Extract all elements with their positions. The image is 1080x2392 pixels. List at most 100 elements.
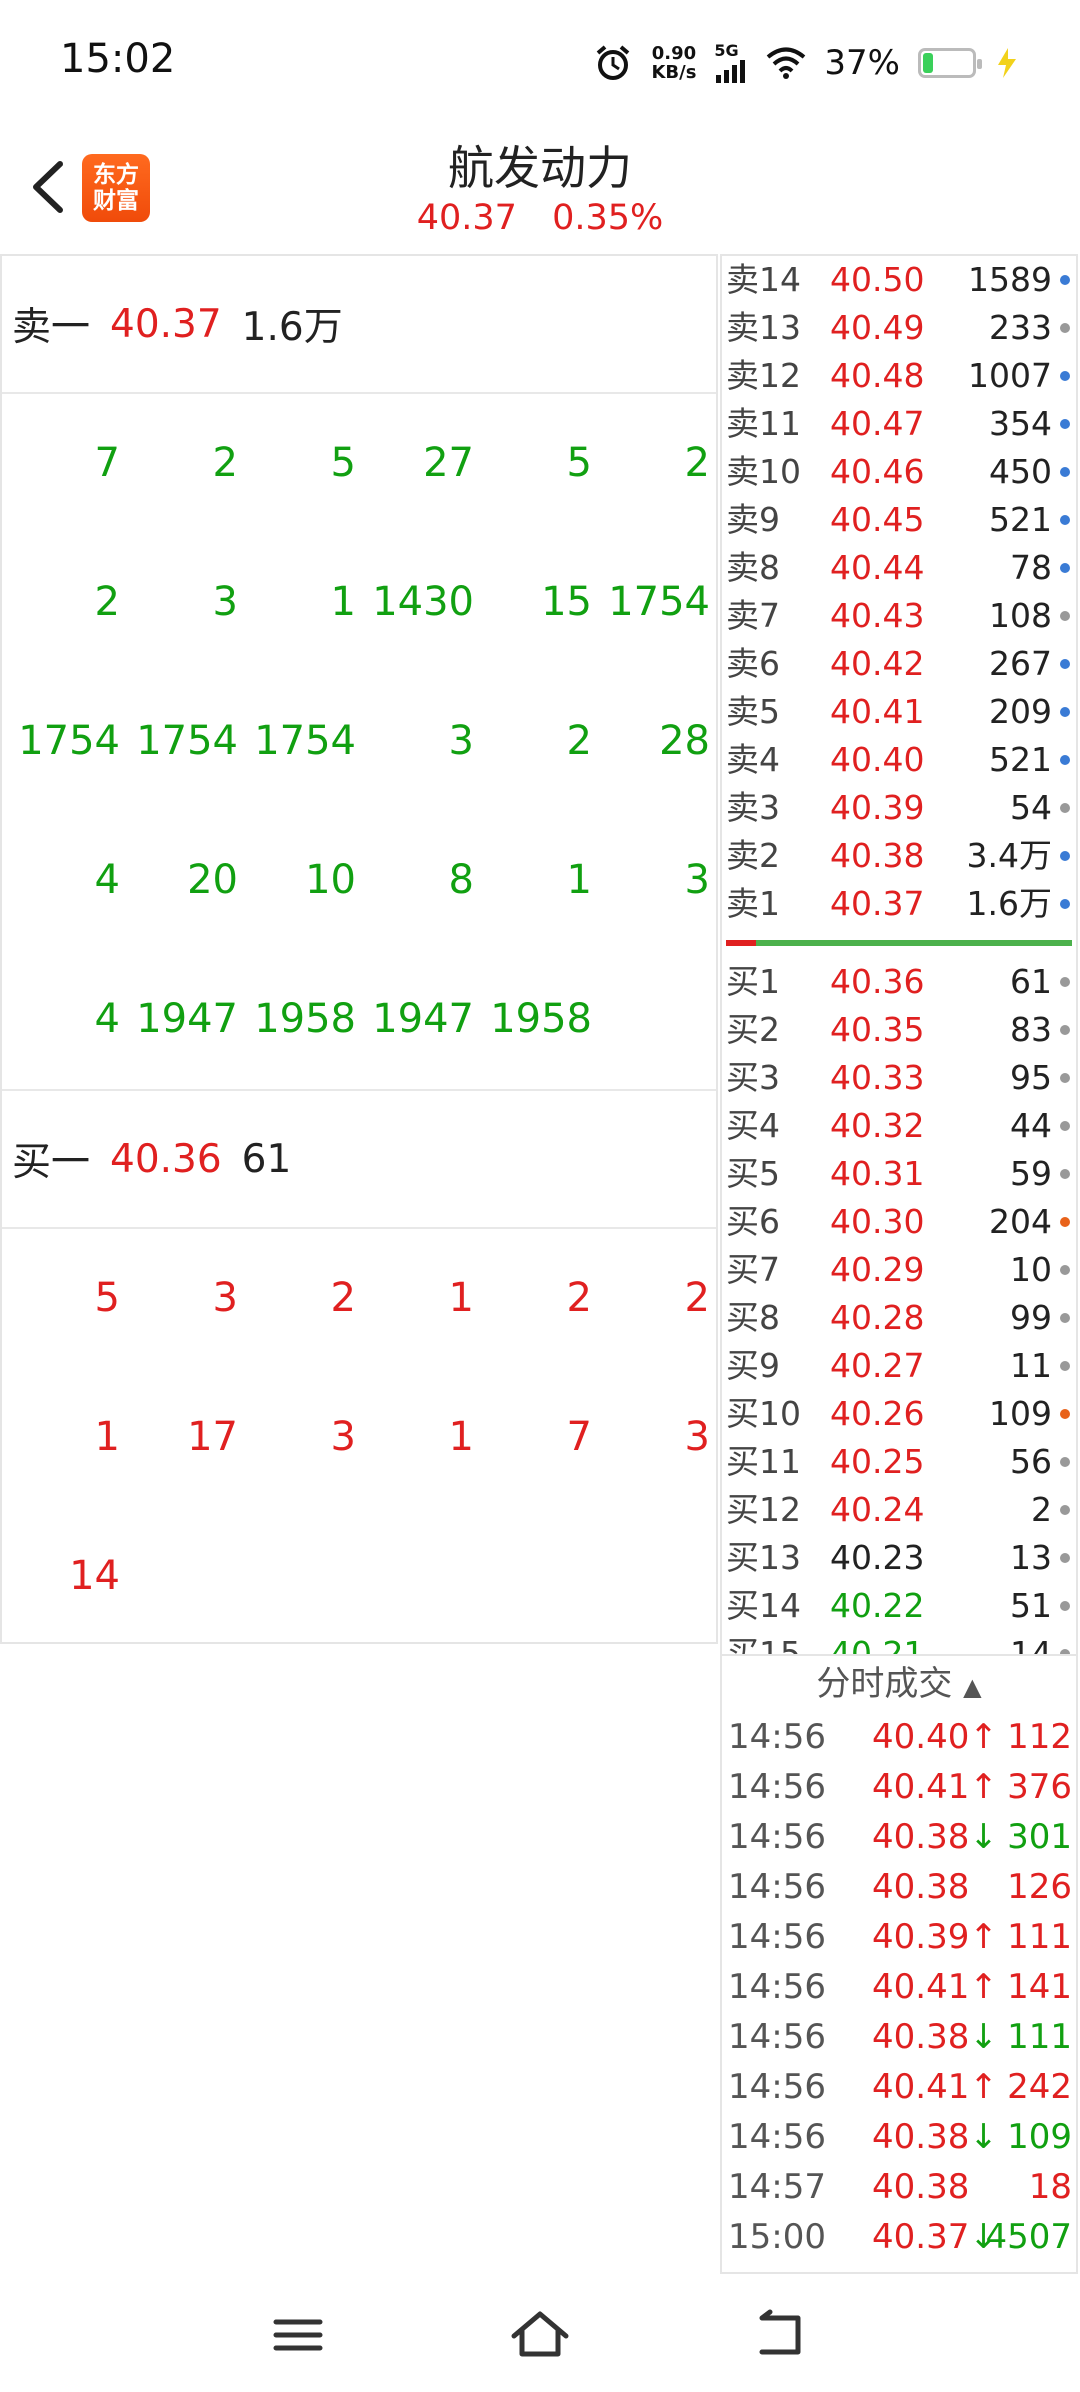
buy-order-cell: 1 [448,1275,474,1321]
time-sales-toggle[interactable]: 分时成交 ▲ [722,1656,1076,1712]
order-book-row[interactable]: 买13 40.23 13 [722,1534,1076,1582]
buy-one-label: 买一 [12,1140,91,1185]
order-book-row[interactable]: 卖5 40.41 209 [722,688,1076,736]
system-nav-bar [0,2280,1080,2392]
level-label: 买14 [726,1586,801,1625]
order-source-dot [1060,467,1070,477]
level-price: 40.41 [830,692,925,731]
order-source-dot [1060,1025,1070,1035]
sell-order-cell: 10 [305,857,356,903]
home-icon[interactable] [500,2300,580,2370]
level-volume: 1.6万 [966,884,1052,923]
battery-percent: 37% [824,43,900,83]
level-label: 卖3 [726,788,780,827]
order-book-row[interactable]: 买2 40.35 83 [722,1006,1076,1054]
order-source-dot [1060,851,1070,861]
order-book-row[interactable]: 买5 40.31 59 [722,1150,1076,1198]
level-price: 40.35 [830,1010,925,1049]
order-book[interactable]: 卖14 40.50 1589 卖13 40.49 233 卖12 40.48 1007 卖11 40… [720,254,1078,1656]
order-source-dot [1060,1409,1070,1419]
sell-order-cell: 1754 [608,579,710,625]
order-source-dot [1060,1649,1070,1654]
level-volume: 83 [1010,1010,1052,1049]
level-label: 卖4 [726,740,780,779]
sell-order-cell: 2 [94,579,120,625]
level-volume: 1007 [968,356,1052,395]
trade-direction-icon: ↑ [969,1917,998,1957]
time-sales-panel[interactable]: 分时成交 ▲ 14:56 40.40↑ 112 14:56 40.41↑ 376 14:56… [720,1656,1078,2274]
stock-name: 航发动力 [448,141,632,195]
level-price: 40.38 [830,836,925,875]
level-volume: 56 [1010,1442,1052,1481]
order-book-row[interactable]: 买8 40.28 99 [722,1294,1076,1342]
order-book-row[interactable]: 买15 40.21 14 [722,1630,1076,1654]
sell-one-header: 卖一 40.37 1.6万 [2,256,716,394]
order-book-row[interactable]: 买1 40.36 61 [722,958,1076,1006]
order-queue-panel[interactable]: 卖一 40.37 1.6万 7 2 5 27 5 2 2 3 1 1430 15 1754 1754 17… [0,254,718,1644]
buy-order-cell: 1 [94,1414,120,1460]
order-book-row[interactable]: 卖11 40.47 354 [722,400,1076,448]
level-volume: 354 [989,404,1052,443]
trade-time: 14:56 [728,1717,826,1757]
order-book-row[interactable]: 卖12 40.48 1007 [722,352,1076,400]
order-book-row[interactable]: 卖9 40.45 521 [722,496,1076,544]
trade-row: 14:56 40.38↓ 301 [722,1812,1076,1862]
level-volume: 1589 [968,260,1052,299]
order-book-row[interactable]: 买9 40.27 11 [722,1342,1076,1390]
order-book-row[interactable]: 买11 40.25 56 [722,1438,1076,1486]
buy-order-queue: 5 3 2 1 2 2 1 17 3 1 7 3 14 [2,1229,716,1642]
level-volume: 233 [989,308,1052,347]
trade-volume: 111 [1007,2017,1072,2057]
trade-volume: 126 [1007,1867,1072,1907]
order-source-dot [1060,755,1070,765]
level-label: 卖7 [726,596,780,635]
order-book-row[interactable]: 卖7 40.43 108 [722,592,1076,640]
level-label: 买2 [726,1010,780,1049]
order-book-row[interactable]: 买10 40.26 109 [722,1390,1076,1438]
buy-order-cell: 14 [69,1553,120,1599]
order-book-row[interactable]: 买14 40.22 51 [722,1582,1076,1630]
order-source-dot [1060,515,1070,525]
level-price: 40.28 [830,1298,925,1337]
level-volume: 51 [1010,1586,1052,1625]
order-book-row[interactable]: 卖14 40.50 1589 [722,256,1076,304]
wifi-icon [767,47,806,79]
ask-levels: 卖14 40.50 1589 卖13 40.49 233 卖12 40.48 1007 卖11 40… [722,256,1076,928]
level-price: 40.48 [830,356,925,395]
order-book-row[interactable]: 卖2 40.38 3.4万 [722,832,1076,880]
stock-quote: 40.37 0.35% [0,198,1080,238]
order-book-row[interactable]: 买6 40.30 204 [722,1198,1076,1246]
menu-icon[interactable] [258,2300,338,2370]
trade-price: 40.38↓ [872,1817,998,1857]
order-book-row[interactable]: 买7 40.29 10 [722,1246,1076,1294]
sell-order-cell: 1958 [490,996,592,1042]
level-volume: 99 [1010,1298,1052,1337]
time-sales-title: 分时成交 [816,1664,953,1704]
sell-order-cell: 1 [566,857,592,903]
order-book-row[interactable]: 买12 40.24 2 [722,1486,1076,1534]
level-price: 40.27 [830,1346,925,1385]
order-book-row[interactable]: 卖13 40.49 233 [722,304,1076,352]
charging-icon [998,48,1016,78]
order-book-row[interactable]: 卖8 40.44 78 [722,544,1076,592]
trade-direction-icon: ↓ [969,2017,998,2057]
bid-ask-ratio-bar [726,940,1072,946]
trade-time: 14:56 [728,1767,826,1807]
cell-signal: 5G [714,43,748,83]
network-speed: 0.90 KB/s [651,44,696,82]
order-book-row[interactable]: 买4 40.32 44 [722,1102,1076,1150]
trade-price: 40.38↓ [872,2117,998,2157]
back-nav-icon[interactable] [740,2300,820,2370]
sell-order-cell: 3 [448,718,474,764]
sell-order-cell: 1947 [136,996,238,1042]
order-book-row[interactable]: 卖10 40.46 450 [722,448,1076,496]
buy-one-volume: 61 [241,1136,292,1182]
order-book-row[interactable]: 卖3 40.39 54 [722,784,1076,832]
buy-order-cell: 1 [448,1414,474,1460]
order-book-row[interactable]: 卖1 40.37 1.6万 [722,880,1076,928]
order-book-row[interactable]: 卖4 40.40 521 [722,736,1076,784]
order-book-row[interactable]: 买3 40.33 95 [722,1054,1076,1102]
order-book-row[interactable]: 卖6 40.42 267 [722,640,1076,688]
trade-time: 14:57 [728,2167,826,2207]
level-price: 40.22 [830,1586,925,1625]
